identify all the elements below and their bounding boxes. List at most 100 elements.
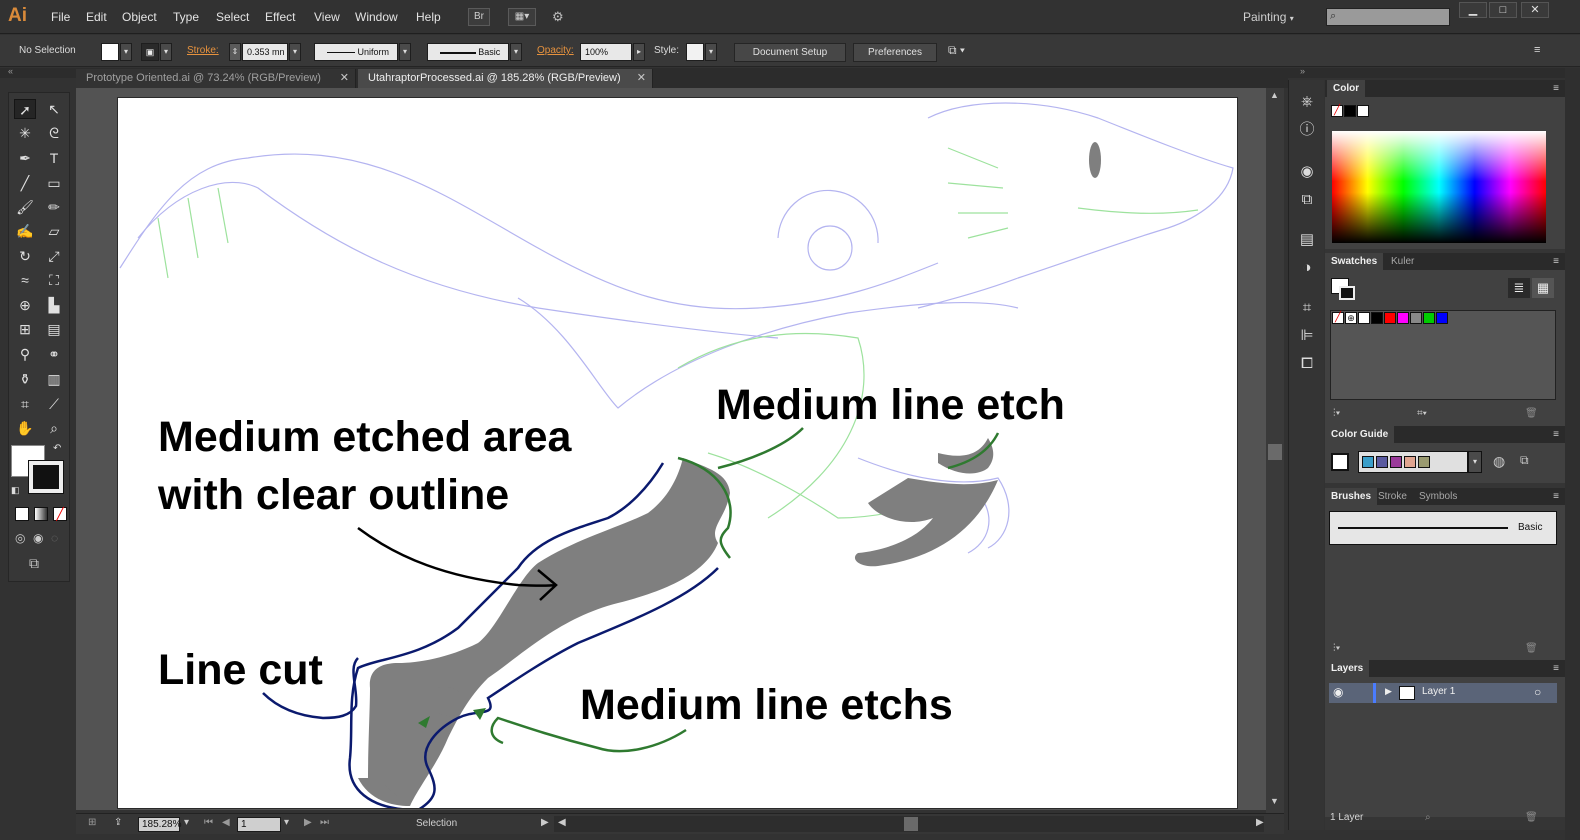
- artboard-dropdown-icon[interactable]: ▾: [284, 817, 289, 828]
- profile-dropdown[interactable]: ▾: [399, 43, 411, 61]
- column-graph-icon[interactable]: ▥: [43, 369, 65, 389]
- status-menu-icon[interactable]: ▶: [541, 817, 549, 828]
- expand-triangle-icon[interactable]: ▶: [1385, 686, 1392, 697]
- tab-layers[interactable]: Layers: [1325, 660, 1370, 677]
- grid-view-icon[interactable]: ▦: [1532, 278, 1554, 298]
- style-dropdown[interactable]: ▾: [705, 43, 717, 61]
- artboard-tool-icon[interactable]: ⌗: [14, 394, 36, 414]
- scroll-up-icon[interactable]: ▲: [1270, 90, 1279, 100]
- brush-dropdown[interactable]: ▾: [510, 43, 522, 61]
- paintbrush-icon[interactable]: 🖌: [14, 197, 36, 217]
- harmony-swatch-1[interactable]: [1362, 456, 1374, 468]
- tab-symbols[interactable]: Symbols: [1413, 488, 1463, 505]
- swatch-red[interactable]: [1384, 312, 1396, 324]
- first-artboard-icon[interactable]: ⏮: [204, 817, 213, 828]
- menu-window[interactable]: Window: [355, 10, 398, 24]
- tab-swatches[interactable]: Swatches: [1325, 253, 1384, 270]
- swatch-kind-icon[interactable]: ⌗▾: [1417, 408, 1427, 419]
- swatch-magenta[interactable]: [1397, 312, 1409, 324]
- edit-colors-icon[interactable]: ◍: [1493, 453, 1505, 470]
- pathfinder-icon[interactable]: ⧠: [1297, 354, 1317, 374]
- fill-dropdown[interactable]: ▾: [120, 43, 132, 61]
- harmony-dropdown[interactable]: ▾: [1468, 451, 1482, 473]
- swatch-blue[interactable]: [1436, 312, 1448, 324]
- pencil-icon[interactable]: ✏: [43, 197, 65, 217]
- brush-list-item[interactable]: Basic: [1329, 511, 1557, 545]
- stroke-swatch[interactable]: [28, 460, 64, 494]
- collapse-right-icon[interactable]: »: [1300, 66, 1305, 76]
- visibility-eye-icon[interactable]: ◉: [1333, 685, 1343, 699]
- bridge-button[interactable]: Br: [468, 8, 490, 26]
- horizontal-scroll-thumb[interactable]: [904, 817, 918, 831]
- gradient-tool-icon[interactable]: ▤: [43, 319, 65, 339]
- tab-color-guide[interactable]: Color Guide: [1325, 426, 1395, 443]
- delete-brush-icon[interactable]: 🗑: [1525, 643, 1538, 654]
- transform-icon[interactable]: ⌗: [1297, 298, 1317, 318]
- appearance-icon[interactable]: ◉: [1297, 162, 1317, 182]
- color-mode-icon[interactable]: [15, 507, 29, 521]
- swatch-libraries-icon[interactable]: ⫶▾: [1333, 408, 1340, 419]
- harmony-swatch-4[interactable]: [1404, 456, 1416, 468]
- black-swatch[interactable]: [1344, 105, 1356, 117]
- stroke-dropdown[interactable]: ▾: [160, 43, 172, 61]
- target-circle-icon[interactable]: ○: [1534, 685, 1541, 699]
- scale-tool-icon[interactable]: ⤢: [43, 246, 65, 266]
- draw-behind-icon[interactable]: ◉: [33, 531, 43, 545]
- graphic-style-swatch[interactable]: [686, 43, 704, 61]
- harmony-swatch-2[interactable]: [1376, 456, 1388, 468]
- eyedropper-icon[interactable]: ⚲: [14, 344, 36, 364]
- menu-file[interactable]: File: [51, 10, 70, 24]
- tab-color[interactable]: Color: [1327, 80, 1366, 97]
- delete-layer-icon[interactable]: 🗑: [1525, 812, 1538, 823]
- type-tool-icon[interactable]: T: [43, 148, 65, 168]
- blend-tool-icon[interactable]: ⚭: [43, 344, 65, 364]
- menu-effect[interactable]: Effect: [265, 10, 295, 24]
- direct-selection-tool-icon[interactable]: ↖: [43, 99, 65, 119]
- gradient-icon[interactable]: ▤: [1297, 230, 1317, 250]
- layer-row[interactable]: ◉ ▶ Layer 1 ○: [1329, 683, 1557, 703]
- artboard-number-field[interactable]: 1: [237, 817, 281, 832]
- perspective-grid-icon[interactable]: ▙: [43, 295, 65, 315]
- panel-menu-icon[interactable]: ≡: [1553, 253, 1559, 270]
- tab-prototype-oriented[interactable]: Prototype Oriented.ai @ 73.24% (RGB/Prev…: [76, 69, 356, 88]
- workspace-switcher[interactable]: Painting ▾: [1243, 10, 1294, 24]
- harmony-swatch-3[interactable]: [1390, 456, 1402, 468]
- panel-menu-icon[interactable]: ≡: [1553, 660, 1559, 677]
- next-artboard-icon[interactable]: ▶: [304, 817, 312, 828]
- vertical-scroll-thumb[interactable]: [1268, 444, 1282, 460]
- variable-width-profile[interactable]: Uniform: [314, 43, 398, 61]
- brush-libraries-icon[interactable]: ⫶▾: [1333, 643, 1340, 654]
- swatch-gray[interactable]: [1410, 312, 1422, 324]
- menu-edit[interactable]: Edit: [86, 10, 107, 24]
- gradient-mode-icon[interactable]: [34, 507, 48, 521]
- minimize-button[interactable]: ▁: [1459, 2, 1487, 18]
- none-mode-icon[interactable]: ╱: [53, 507, 67, 521]
- status-text[interactable]: Selection: [416, 818, 457, 829]
- stroke-color-swatch[interactable]: ▣: [141, 43, 159, 61]
- close-button[interactable]: ✕: [1521, 2, 1549, 18]
- white-swatch[interactable]: [1357, 105, 1369, 117]
- prev-artboard-icon[interactable]: ◀: [222, 817, 230, 828]
- swatch-black[interactable]: [1371, 312, 1383, 324]
- base-color-swatch[interactable]: [1331, 453, 1349, 471]
- tab-brushes[interactable]: Brushes: [1325, 488, 1378, 505]
- tab-kuler[interactable]: Kuler: [1385, 253, 1420, 270]
- harmony-swatch-5[interactable]: [1418, 456, 1430, 468]
- selection-tool-icon[interactable]: ➚: [14, 99, 36, 119]
- stroke-stepper[interactable]: ⇕: [229, 43, 241, 61]
- free-transform-icon[interactable]: ⛶: [43, 270, 65, 290]
- panel-menu-icon[interactable]: ≡: [1534, 44, 1540, 56]
- zoom-tool-icon[interactable]: ⌕: [43, 418, 65, 438]
- swatch-white[interactable]: [1358, 312, 1370, 324]
- symbol-sprayer-icon[interactable]: ⚱: [14, 369, 36, 389]
- menu-view[interactable]: View: [314, 10, 340, 24]
- color-spectrum[interactable]: [1332, 131, 1546, 243]
- document-setup-button[interactable]: Document Setup: [734, 43, 846, 62]
- blob-brush-icon[interactable]: ✍: [14, 221, 36, 241]
- panel-menu-icon[interactable]: ≡: [1553, 488, 1559, 505]
- swap-fill-stroke-icon[interactable]: ↶: [53, 443, 61, 454]
- none-swatch[interactable]: ╱: [1332, 312, 1344, 324]
- zoom-dropdown-icon[interactable]: ▾: [184, 817, 189, 828]
- layer-name[interactable]: Layer 1: [1422, 686, 1455, 697]
- align-icon[interactable]: ⊫: [1297, 326, 1317, 346]
